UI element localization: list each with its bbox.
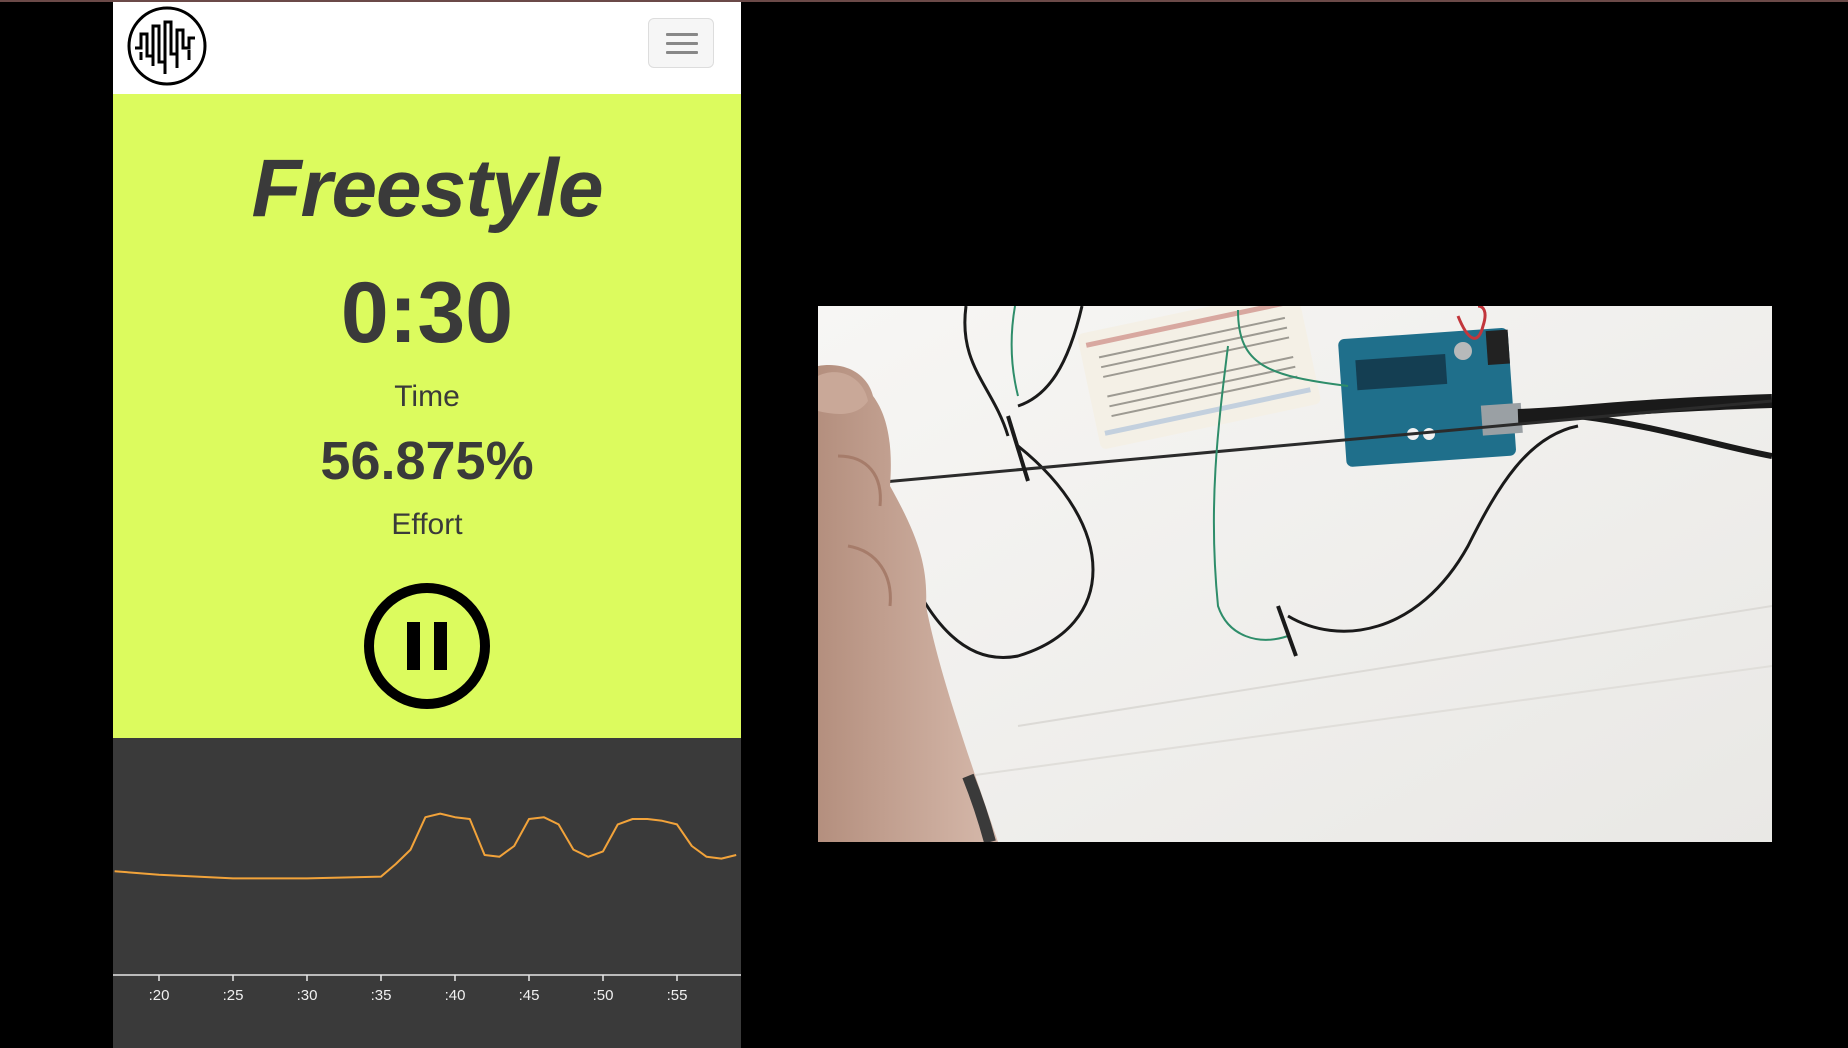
arduino-board xyxy=(1338,327,1523,467)
x-tick-label: :45 xyxy=(519,987,540,1004)
waveform-logo-icon[interactable] xyxy=(125,4,209,88)
effort-label: Effort xyxy=(391,508,463,541)
hamburger-menu-icon xyxy=(666,33,698,36)
pause-button[interactable] xyxy=(363,582,491,710)
x-tick-label: :25 xyxy=(223,987,244,1004)
menu-button[interactable] xyxy=(648,18,714,68)
x-tick-label: :30 xyxy=(297,987,318,1004)
timer-value: 0:30 xyxy=(340,265,514,361)
video-frame-image xyxy=(818,306,1772,842)
workout-status-panel: Freestyle 0:30 Time 56.875% Effort xyxy=(113,94,741,738)
x-tick-label: :40 xyxy=(445,987,466,1004)
effort-value: 56.875% xyxy=(320,431,534,491)
x-tick-label: :35 xyxy=(371,987,392,1004)
effort-series-line xyxy=(114,812,737,880)
mobile-app-panel: Freestyle 0:30 Time 56.875% Effort :20 :2… xyxy=(113,2,741,1048)
effort-line-chart: :20:25:30:35:40:45:50:55:0 xyxy=(113,812,741,1004)
effort-graph: :20:25:30:35:40:45:50:55:0 xyxy=(113,738,741,1048)
x-tick-label: :55 xyxy=(667,987,688,1004)
time-label: Time xyxy=(394,380,460,413)
pause-icon xyxy=(407,622,447,670)
video-feed xyxy=(818,306,1772,842)
x-tick-label: :20 xyxy=(149,987,170,1004)
mode-title: Freestyle xyxy=(251,143,603,234)
x-tick-label: :50 xyxy=(593,987,614,1004)
navbar xyxy=(113,2,741,94)
